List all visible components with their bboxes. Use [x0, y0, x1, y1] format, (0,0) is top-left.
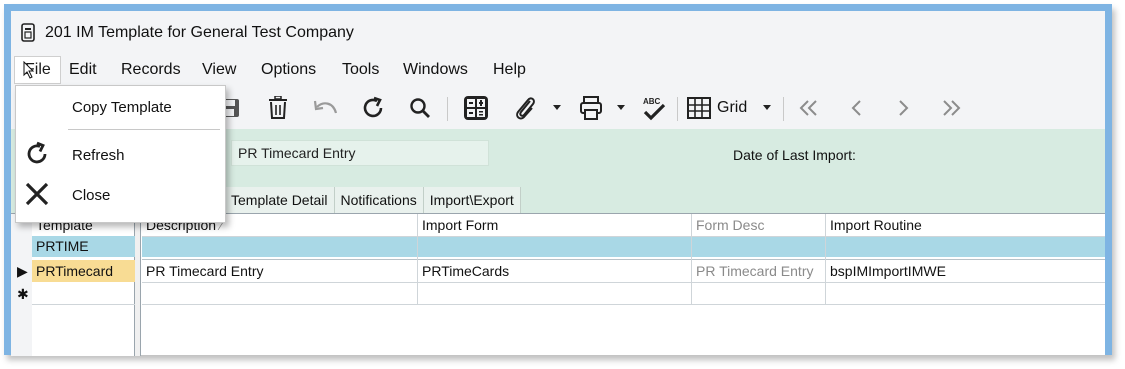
description-cell[interactable]: PR Timecard Entry	[142, 260, 418, 282]
print-dropdown-icon[interactable]	[615, 95, 627, 121]
import-routine-cell[interactable]: bspIMImportIMWE	[826, 260, 1105, 282]
mouse-pointer-icon	[23, 61, 35, 79]
row-divider	[142, 236, 1105, 237]
delete-icon[interactable]	[265, 95, 291, 121]
menu-help[interactable]: Help	[493, 61, 526, 79]
svg-text:ABC: ABC	[643, 97, 661, 106]
menu-file[interactable]: File	[14, 56, 61, 84]
window-title: 201 IM Template for General Test Company	[45, 24, 354, 41]
toolbar-separator	[677, 97, 678, 121]
menu-tools[interactable]: Tools	[342, 61, 379, 79]
find-icon[interactable]	[407, 95, 433, 121]
menu-separator	[68, 129, 220, 130]
new-row-marker: ✱	[17, 286, 29, 302]
import-form-value: PR Timecard Entry	[238, 145, 356, 161]
undo-icon[interactable]	[311, 95, 341, 121]
menu-options[interactable]: Options	[261, 61, 316, 79]
menu-windows[interactable]: Windows	[403, 61, 468, 79]
file-menu-dropdown: Copy Template Refresh Close	[15, 85, 226, 223]
template-cell[interactable]: PRTimecard	[32, 260, 135, 282]
menu-view[interactable]: View	[202, 61, 236, 79]
column-header-form-desc[interactable]: Form Desc	[692, 214, 826, 236]
row-divider	[32, 304, 135, 305]
tab-strip: Template Detail Notifications Import\Exp…	[225, 187, 521, 213]
first-record-icon[interactable]	[795, 95, 823, 121]
next-record-icon[interactable]	[891, 95, 915, 121]
column-header-import-routine[interactable]: Import Routine	[826, 214, 1105, 236]
toolbar-separator	[783, 97, 784, 121]
menu-records[interactable]: Records	[121, 61, 181, 79]
column-header-import-form[interactable]: Import Form	[418, 214, 692, 236]
tab-notifications[interactable]: Notifications	[334, 187, 424, 213]
close-menu-item[interactable]: Close	[72, 187, 110, 204]
import-form-field[interactable]: PR Timecard Entry	[231, 140, 489, 166]
toolbar-separator	[447, 97, 448, 121]
close-icon	[25, 182, 49, 206]
template-detail-grid: Description ⁄ Import Form Form Desc Impo…	[142, 214, 1105, 356]
calculator-icon[interactable]	[461, 95, 491, 121]
import-form-cell[interactable]: PRTimeCards	[418, 260, 692, 282]
grid-icon	[687, 97, 711, 119]
row-divider	[142, 259, 1105, 260]
attachment-dropdown-icon[interactable]	[551, 95, 563, 121]
refresh-menu-item[interactable]: Refresh	[72, 147, 125, 164]
form-app-icon	[21, 23, 35, 42]
title-bar: 201 IM Template for General Test Company	[11, 11, 1105, 55]
refresh-icon[interactable]	[359, 95, 387, 121]
tab-import-export[interactable]: Import\Export	[423, 187, 521, 213]
filter-row[interactable]	[142, 236, 1105, 257]
column-divider	[417, 214, 418, 305]
menu-edit[interactable]: Edit	[69, 61, 97, 79]
last-import-label: Date of Last Import:	[733, 147, 856, 163]
grid-splitter[interactable]	[135, 214, 141, 356]
grid-dropdown-icon[interactable]	[761, 95, 773, 121]
print-icon[interactable]	[577, 95, 605, 121]
current-row-marker: ▶	[17, 263, 28, 279]
menu-bar: File Edit Records View Options Tools Win…	[11, 55, 1105, 85]
copy-template-menu-item[interactable]: Copy Template	[72, 99, 172, 116]
column-divider	[691, 214, 692, 305]
previous-record-icon[interactable]	[845, 95, 869, 121]
grid-view-button[interactable]: Grid	[687, 95, 755, 121]
spellcheck-icon[interactable]: ABC	[639, 95, 669, 121]
refresh-icon	[27, 141, 47, 164]
last-record-icon[interactable]	[937, 95, 965, 121]
row-divider	[142, 282, 1105, 283]
template-new-cell[interactable]	[32, 283, 135, 304]
grid-area: Template PRTIME PRTimecard ▶ ✱ Descripti…	[11, 213, 1105, 356]
column-divider	[825, 214, 826, 305]
attachment-icon[interactable]	[511, 95, 539, 121]
grid-label: Grid	[717, 99, 748, 116]
template-list-grid: Template PRTIME PRTimecard	[32, 214, 135, 356]
form-desc-cell[interactable]: PR Timecard Entry	[692, 260, 826, 282]
row-divider	[142, 304, 1105, 305]
template-filter-cell[interactable]: PRTIME	[32, 236, 135, 257]
tab-template-detail[interactable]: Template Detail	[225, 187, 335, 213]
application-window: 201 IM Template for General Test Company…	[4, 4, 1112, 356]
